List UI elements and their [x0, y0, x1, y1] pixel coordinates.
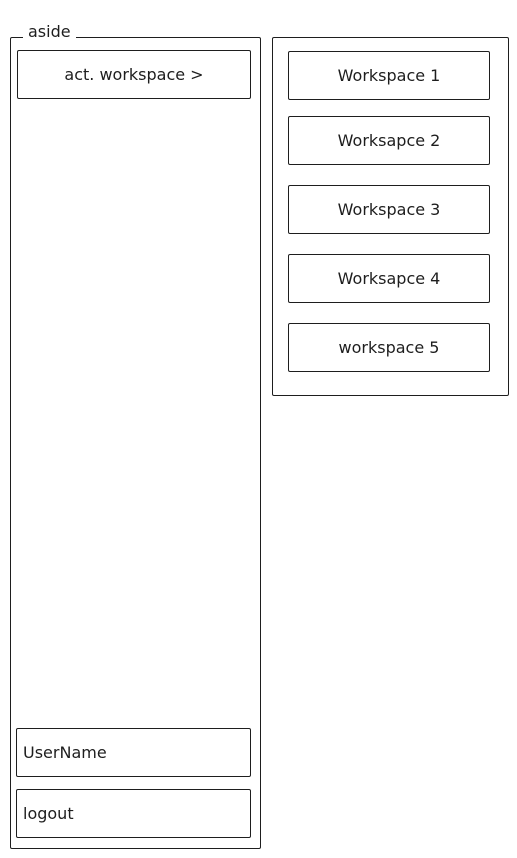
workspace-item-1[interactable]: Workspace 1	[288, 51, 490, 100]
aside-title: aside	[23, 22, 76, 42]
active-workspace-button[interactable]: act. workspace >	[17, 50, 251, 99]
username-button[interactable]: UserName	[16, 728, 251, 777]
workspace-item-3[interactable]: Workspace 3	[288, 185, 490, 234]
workspace-item-4[interactable]: Worksapce 4	[288, 254, 490, 303]
workspace-item-2[interactable]: Worksapce 2	[288, 116, 490, 165]
workspace-item-5[interactable]: workspace 5	[288, 323, 490, 372]
logout-button[interactable]: logout	[16, 789, 251, 838]
